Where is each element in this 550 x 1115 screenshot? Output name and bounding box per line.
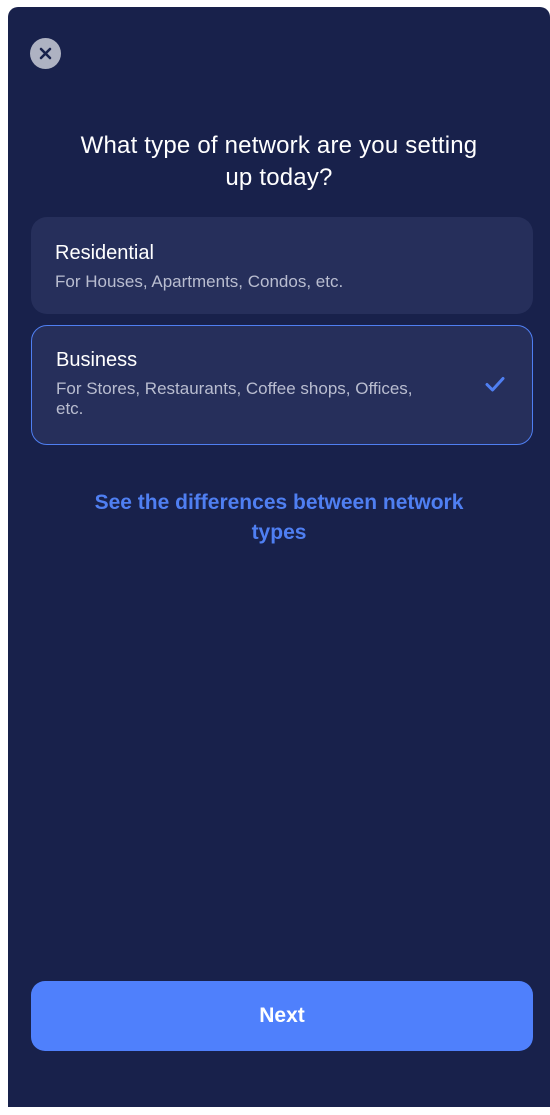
network-type-screen: What type of network are you setting up … [8, 7, 550, 1107]
page-title: What type of network are you setting up … [80, 132, 478, 191]
option-description: For Houses, Apartments, Condos, etc. [55, 272, 344, 291]
option-title: Residential [55, 242, 154, 264]
next-button[interactable]: Next [31, 981, 533, 1051]
checkmark-icon [485, 377, 505, 392]
network-differences-link[interactable]: See the differences between network type… [68, 488, 490, 548]
option-description: For Stores, Restaurants, Coffee shops, O… [56, 379, 413, 418]
option-residential[interactable]: Residential For Houses, Apartments, Cond… [31, 217, 533, 314]
option-business[interactable]: Business For Stores, Restaurants, Coffee… [31, 325, 533, 445]
close-icon [39, 47, 52, 60]
option-title: Business [56, 349, 138, 371]
close-button[interactable] [30, 38, 61, 69]
